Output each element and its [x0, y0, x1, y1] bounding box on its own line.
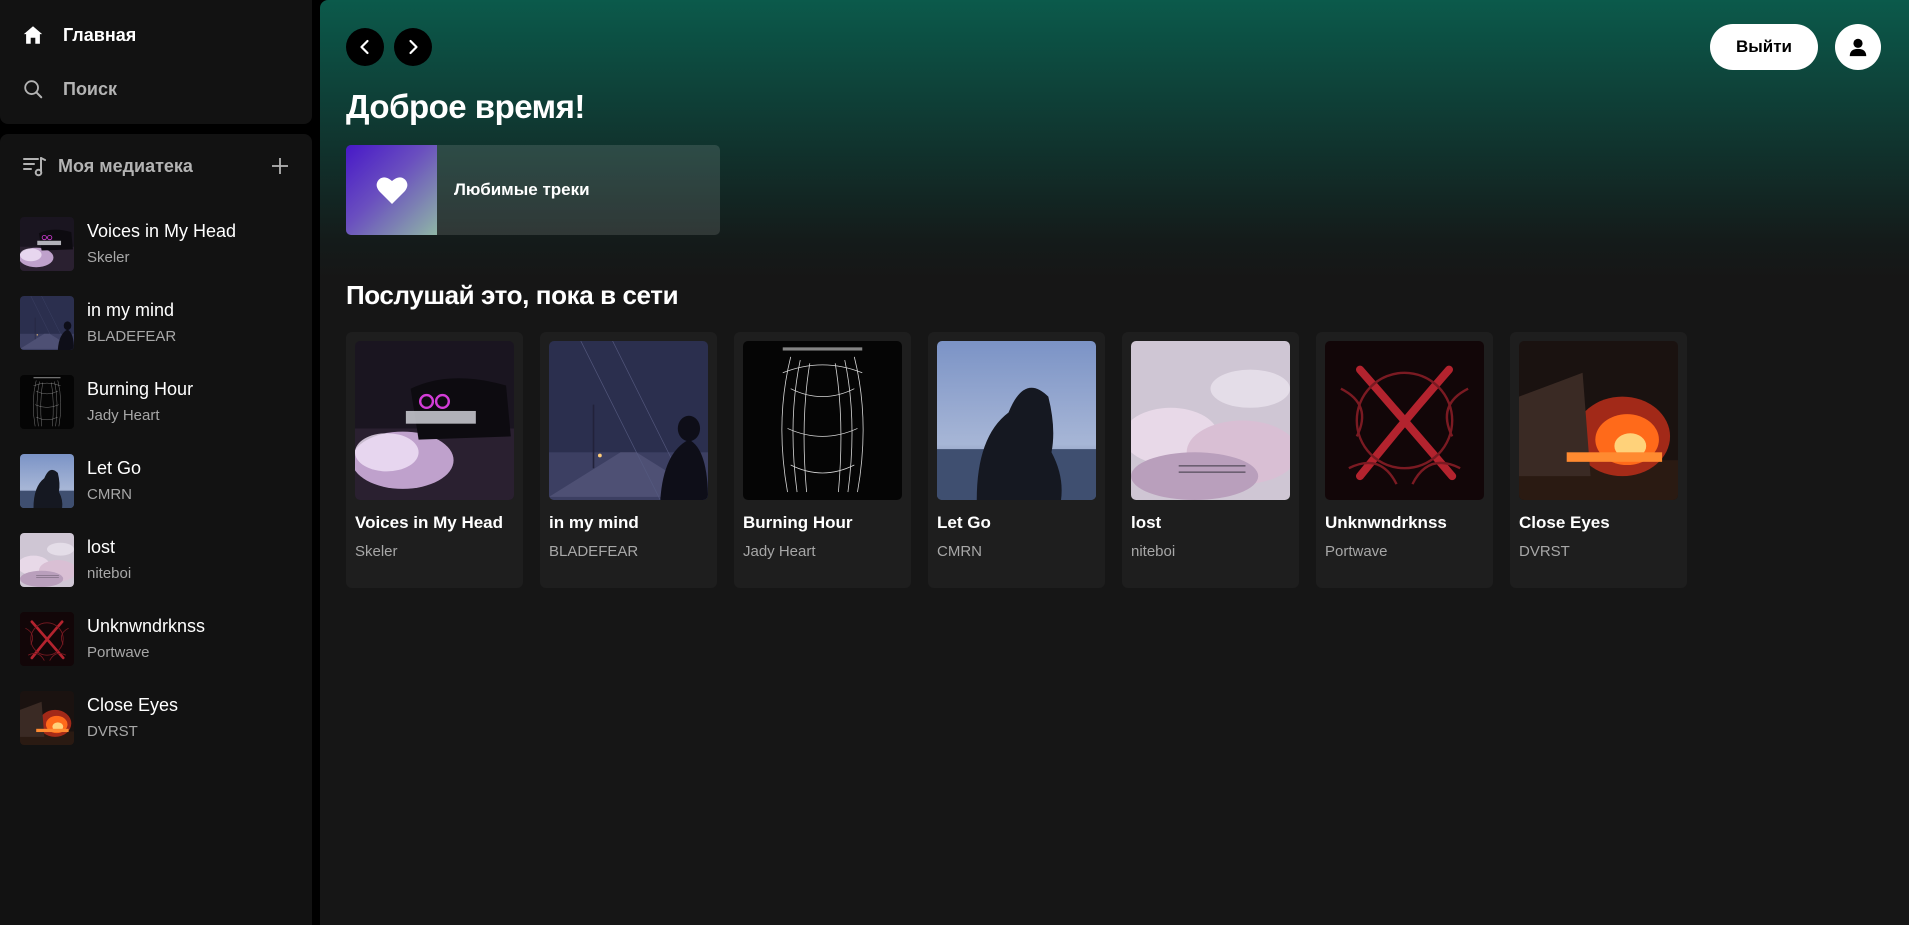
card-title: lost — [1131, 513, 1162, 532]
album-cover — [1325, 341, 1484, 500]
library-item[interactable]: Burning Hour Jady Heart — [0, 362, 312, 441]
liked-tracks-label: Любимые треки — [454, 180, 590, 199]
track-artist: niteboi — [87, 565, 132, 582]
library-item[interactable]: Voices in My Head Skeler — [0, 204, 312, 283]
card-artist: niteboi — [1131, 543, 1176, 560]
logout-button[interactable]: Выйти — [1710, 24, 1818, 70]
card-title: Unknwndrknss — [1325, 513, 1447, 532]
sidebar: Главная Поиск Моя медиатека Voices in My… — [0, 0, 312, 925]
album-cover — [549, 341, 708, 500]
album-cover — [20, 612, 74, 666]
track-title: Burning Hour — [87, 379, 194, 399]
album-cover — [20, 217, 74, 271]
album-cover — [20, 691, 74, 745]
track-card[interactable]: Burning Hour Jady Heart — [734, 332, 911, 588]
card-title: Voices in My Head — [355, 513, 504, 532]
card-artist: Skeler — [355, 543, 398, 560]
library-item[interactable]: Close Eyes DVRST — [0, 678, 312, 757]
album-cover — [20, 454, 74, 508]
track-card[interactable]: Voices in My Head Skeler — [346, 332, 523, 588]
track-title: Unknwndrknss — [87, 616, 206, 636]
chevron-right-icon — [409, 39, 418, 55]
track-title: Close Eyes — [87, 695, 179, 715]
album-cover — [355, 341, 514, 500]
card-title: Close Eyes — [1519, 513, 1610, 532]
page-title: Доброе время! — [346, 88, 585, 125]
nav-home-label: Главная — [63, 24, 137, 45]
track-title: Voices in My Head — [87, 221, 237, 241]
track-card[interactable]: lost niteboi — [1122, 332, 1299, 588]
card-title: in my mind — [549, 513, 639, 532]
album-cover — [743, 341, 902, 500]
nav-search[interactable]: Поиск — [0, 62, 312, 116]
nav-search-label: Поиск — [63, 78, 118, 99]
album-cover — [1131, 341, 1290, 500]
track-card[interactable]: Unknwndrknss Portwave — [1316, 332, 1493, 588]
library-item[interactable]: Unknwndrknss Portwave — [0, 599, 312, 678]
track-card[interactable]: Let Go CMRN — [928, 332, 1105, 588]
track-title: lost — [87, 537, 116, 557]
library-panel: Моя медиатека Voices in My Head Skeler in… — [0, 134, 312, 925]
track-artist: CMRN — [87, 486, 132, 503]
library-item[interactable]: in my mind BLADEFEAR — [0, 283, 312, 362]
card-artist: CMRN — [937, 543, 982, 560]
library-list: Voices in My Head Skeler in my mind BLADEF… — [0, 198, 312, 757]
search-icon — [22, 78, 44, 100]
chevron-left-icon — [360, 39, 369, 55]
section-title: Послушай это, пока в сети — [346, 280, 679, 310]
heart-icon — [376, 177, 407, 204]
card-artist: Portwave — [1325, 543, 1388, 560]
library-header: Моя медиатека — [0, 134, 312, 198]
album-cover — [937, 341, 1096, 500]
track-cards: Voices in My Head Skeler in my mind BLAD… — [346, 332, 1704, 588]
user-icon — [1849, 38, 1867, 57]
profile-button[interactable] — [1835, 24, 1881, 70]
card-artist: Jady Heart — [743, 543, 816, 560]
card-artist: BLADEFEAR — [549, 543, 639, 560]
album-cover — [1519, 341, 1678, 500]
card-title: Burning Hour — [743, 513, 853, 532]
card-title: Let Go — [937, 513, 991, 532]
card-artist: DVRST — [1519, 543, 1570, 560]
track-artist: Skeler — [87, 249, 130, 266]
track-title: Let Go — [87, 458, 142, 478]
track-artist: Portwave — [87, 644, 150, 661]
main-nav: Главная Поиск — [0, 0, 312, 124]
liked-tracks-card[interactable]: Любимые треки — [346, 145, 720, 235]
main-content: Выйти Доброе время! Любимые треки Послуш… — [320, 0, 1909, 925]
album-cover — [20, 375, 74, 429]
track-artist: DVRST — [87, 723, 138, 740]
track-card[interactable]: in my mind BLADEFEAR — [540, 332, 717, 588]
library-icon[interactable] — [22, 154, 46, 178]
album-cover — [20, 296, 74, 350]
back-button[interactable] — [346, 28, 384, 66]
nav-home[interactable]: Главная — [0, 8, 312, 62]
plus-icon — [272, 158, 288, 174]
library-item[interactable]: lost niteboi — [0, 520, 312, 599]
home-icon — [22, 24, 44, 46]
album-cover — [20, 533, 74, 587]
track-artist: Jady Heart — [87, 407, 160, 424]
library-title[interactable]: Моя медиатека — [58, 156, 268, 177]
library-item[interactable]: Let Go CMRN — [0, 441, 312, 520]
track-title: in my mind — [87, 300, 175, 320]
liked-tracks-art — [346, 145, 437, 235]
track-artist: BLADEFEAR — [87, 328, 177, 345]
forward-button[interactable] — [394, 28, 432, 66]
add-playlist-button[interactable] — [268, 154, 292, 178]
track-card[interactable]: Close Eyes DVRST — [1510, 332, 1687, 588]
